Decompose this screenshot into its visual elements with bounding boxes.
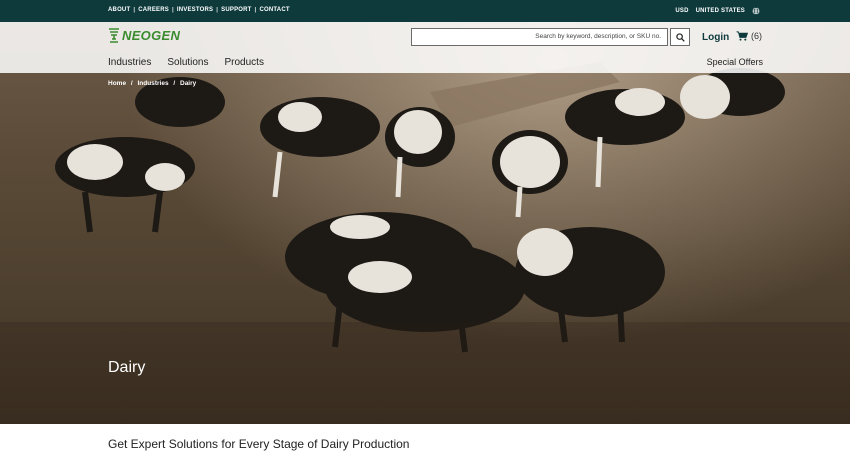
login-link[interactable]: Login <box>702 32 729 43</box>
locale-selector[interactable]: USD UNITED STATES <box>675 7 760 15</box>
page-title: Dairy <box>108 359 146 376</box>
utility-links: ABOUT | CAREERS | INVESTORS | SUPPORT | … <box>108 7 290 13</box>
utility-link-contact[interactable]: CONTACT <box>259 7 289 13</box>
search-button[interactable] <box>670 28 690 46</box>
currency-label[interactable]: USD <box>675 8 688 14</box>
breadcrumb-separator: / <box>130 80 133 87</box>
country-label[interactable]: UNITED STATES <box>696 8 745 14</box>
nav-solutions[interactable]: Solutions <box>167 57 208 68</box>
utility-link-support[interactable]: SUPPORT <box>221 7 251 13</box>
breadcrumb: Home / Industries / Dairy <box>108 80 196 87</box>
breadcrumb-separator: / <box>173 80 176 87</box>
utility-separator: | <box>171 7 174 13</box>
cart-count: (6) <box>751 31 762 41</box>
breadcrumb-home[interactable]: Home <box>108 80 126 87</box>
search-input[interactable]: Search by keyword, description, or SKU n… <box>411 28 668 46</box>
utility-bar: ABOUT | CAREERS | INVESTORS | SUPPORT | … <box>0 0 850 22</box>
nav-industries[interactable]: Industries <box>108 57 151 68</box>
utility-link-investors[interactable]: INVESTORS <box>177 7 213 13</box>
main-nav: Industries Solutions Products <box>108 57 264 68</box>
site-header: NEOGEN Search by keyword, description, o… <box>0 22 850 73</box>
utility-link-about[interactable]: ABOUT <box>108 7 130 13</box>
utility-link-careers[interactable]: CAREERS <box>138 7 169 13</box>
breadcrumb-industries[interactable]: Industries <box>138 80 169 87</box>
cart-icon <box>736 31 748 41</box>
search-icon <box>675 32 685 42</box>
special-offers-link[interactable]: Special Offers <box>707 57 763 67</box>
logo-text: NEOGEN <box>122 28 181 43</box>
globe-icon[interactable] <box>752 7 760 15</box>
neogen-logo[interactable]: NEOGEN <box>108 28 180 43</box>
breadcrumb-dairy: Dairy <box>180 80 197 87</box>
utility-separator: | <box>254 7 257 13</box>
utility-separator: | <box>133 7 136 13</box>
section-heading: Get Expert Solutions for Every Stage of … <box>108 437 410 451</box>
logo-icon <box>109 28 119 43</box>
cart-button[interactable]: (6) <box>736 31 762 41</box>
nav-products[interactable]: Products <box>225 57 264 68</box>
utility-separator: | <box>216 7 219 13</box>
